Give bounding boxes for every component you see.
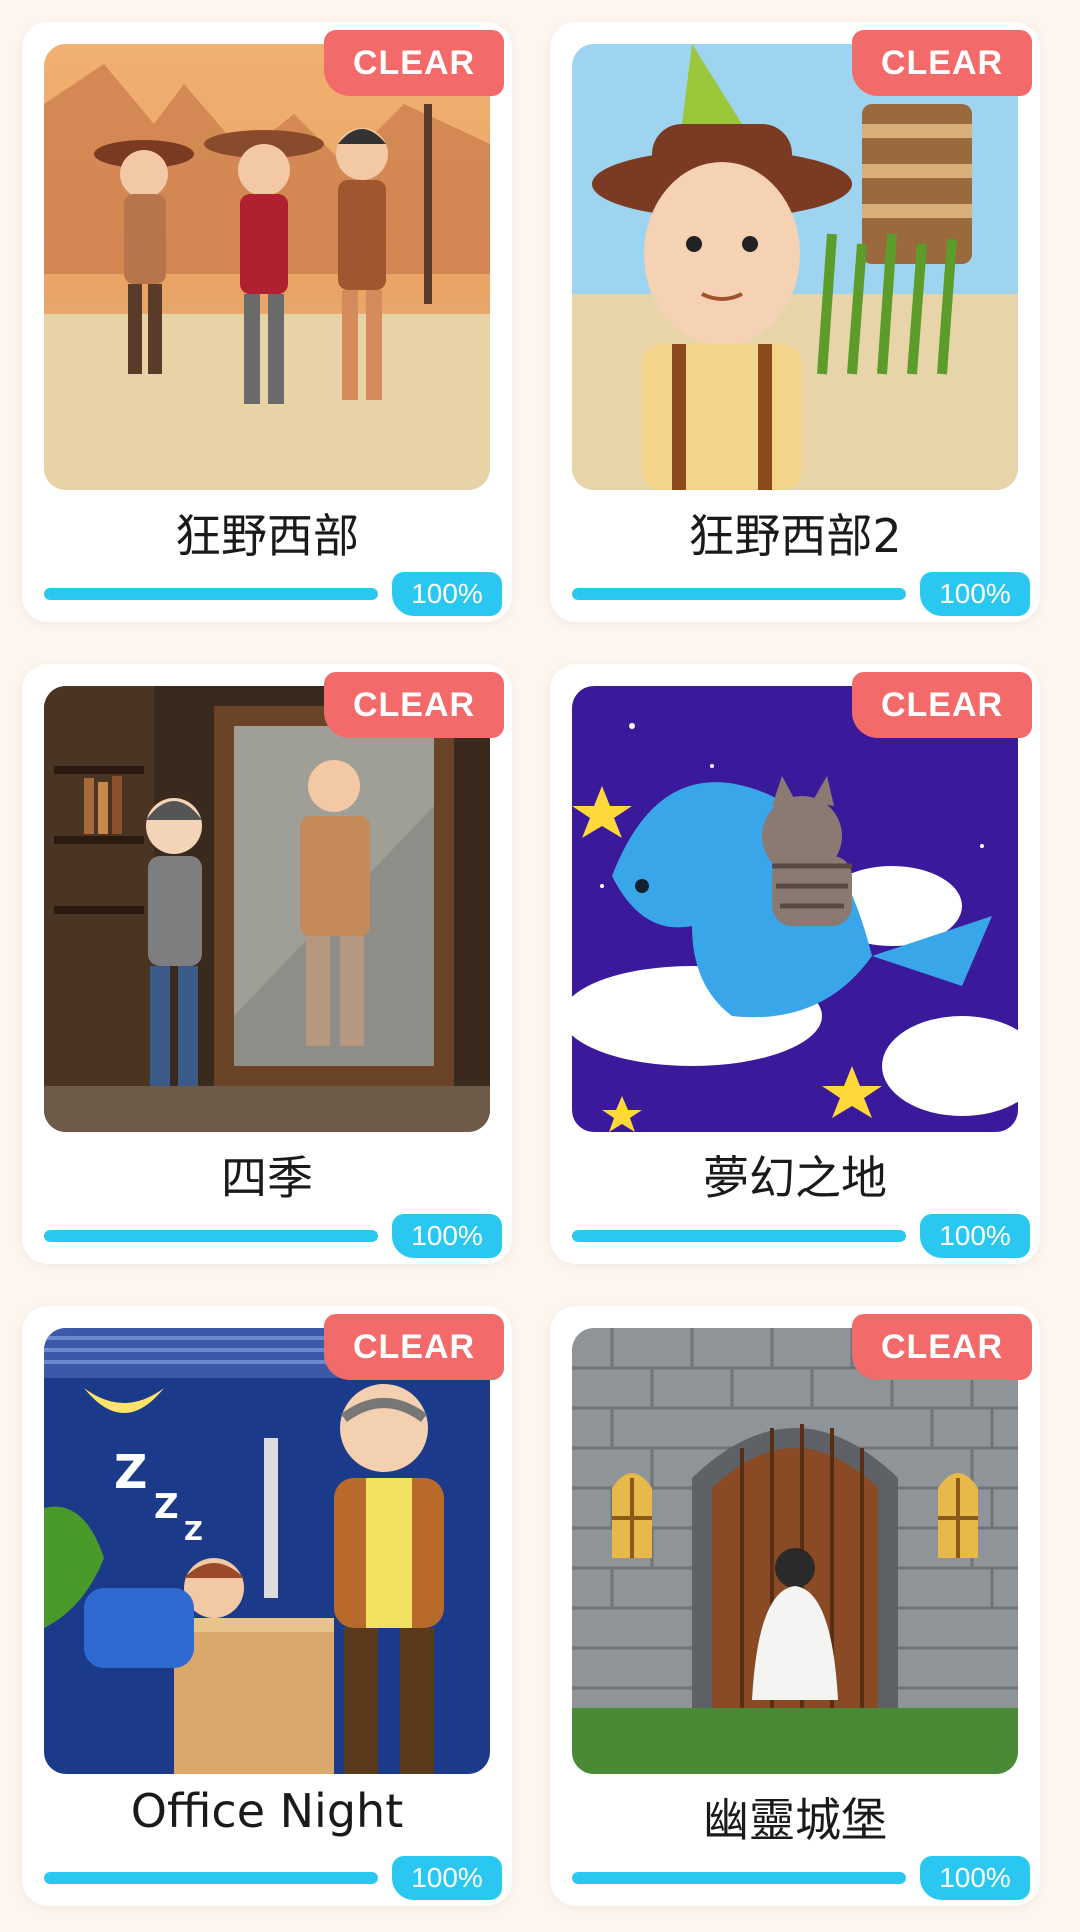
level-thumbnail: [44, 44, 490, 490]
level-title: Office Night: [130, 1784, 404, 1838]
level-card-wild-west[interactable]: CLEAR 狂野西部 100%: [22, 22, 512, 622]
progress-bar: [572, 1230, 906, 1242]
level-title: 幽靈城堡: [703, 1793, 887, 1847]
progress-fill: [44, 588, 378, 600]
progress-fill: [572, 1230, 906, 1242]
progress-bar: [44, 1230, 378, 1242]
progress-percent: 100%: [920, 1856, 1030, 1900]
level-thumbnail: [44, 686, 490, 1132]
level-title: 狂野西部: [175, 509, 359, 563]
svg-text:Z: Z: [114, 1445, 147, 1499]
level-title: 狂野西部2: [688, 509, 902, 563]
level-thumbnail: Z Z Z: [44, 1328, 490, 1774]
progress-fill: [572, 588, 906, 600]
level-title: 夢幻之地: [703, 1151, 887, 1205]
progress-percent: 100%: [392, 1214, 502, 1258]
progress-percent: 100%: [392, 572, 502, 616]
clear-badge: CLEAR: [324, 1314, 504, 1380]
level-thumbnail: [572, 44, 1018, 490]
progress-fill: [44, 1872, 378, 1884]
level-card-office-night[interactable]: Z Z Z CLEAR Office Night 100%: [22, 1306, 512, 1906]
clear-badge: CLEAR: [852, 672, 1032, 738]
progress-fill: [44, 1230, 378, 1242]
level-thumbnail: [572, 1328, 1018, 1774]
clear-badge: CLEAR: [852, 30, 1032, 96]
level-thumbnail: [572, 686, 1018, 1132]
level-card-dreamland[interactable]: CLEAR 夢幻之地 100%: [550, 664, 1040, 1264]
level-card-ghost-castle[interactable]: CLEAR 幽靈城堡 100%: [550, 1306, 1040, 1906]
level-grid: CLEAR 狂野西部 100% CLEAR 狂野西部2 100% CLEAR 四…: [0, 0, 1080, 1932]
clear-badge: CLEAR: [324, 30, 504, 96]
progress-fill: [572, 1872, 906, 1884]
progress-percent: 100%: [920, 572, 1030, 616]
progress-bar: [572, 1872, 906, 1884]
svg-text:Z: Z: [184, 1517, 203, 1547]
progress-bar: [572, 588, 906, 600]
progress-percent: 100%: [920, 1214, 1030, 1258]
clear-badge: CLEAR: [324, 672, 504, 738]
svg-text:Z: Z: [154, 1487, 179, 1527]
clear-badge: CLEAR: [852, 1314, 1032, 1380]
level-card-wild-west-2[interactable]: CLEAR 狂野西部2 100%: [550, 22, 1040, 622]
progress-bar: [44, 588, 378, 600]
level-card-four-seasons[interactable]: CLEAR 四季 100%: [22, 664, 512, 1264]
level-title: 四季: [221, 1151, 313, 1205]
progress-bar: [44, 1872, 378, 1884]
progress-percent: 100%: [392, 1856, 502, 1900]
